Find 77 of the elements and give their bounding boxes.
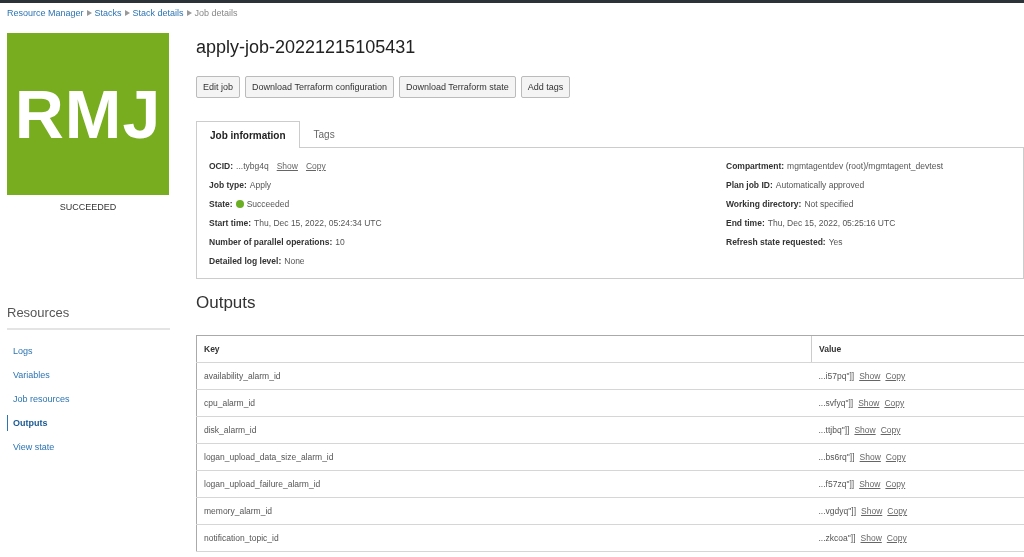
- table-cell: ...svfyq"]]: [818, 398, 854, 408]
- sidebar-title: Resources: [7, 305, 170, 330]
- tab[interactable]: Job information: [196, 121, 300, 148]
- column-header: Value: [811, 335, 1024, 363]
- text-link[interactable]: Show: [860, 533, 882, 543]
- text-link[interactable]: Show: [859, 371, 881, 381]
- field-label: Working directory:: [726, 199, 802, 209]
- field-label: Start time:: [209, 218, 252, 228]
- action-button[interactable]: Add tags: [520, 76, 571, 98]
- field-value: Thu, Dec 15, 2022, 05:24:34 UTC: [254, 218, 382, 228]
- text-link[interactable]: Show: [859, 452, 881, 462]
- sidebar-item[interactable]: Variables: [7, 367, 50, 383]
- field-label: Detailed log level:: [209, 256, 282, 266]
- field-value: mgmtagentdev (root)/mgmtagent_devtest: [787, 161, 943, 171]
- table-cell: notification_topic_id: [196, 524, 812, 552]
- text-link[interactable]: Copy: [884, 398, 905, 408]
- field-label: Job type:: [209, 180, 247, 190]
- field-label: Refresh state requested:: [726, 237, 826, 247]
- text-link[interactable]: Copy: [885, 452, 906, 462]
- text-link[interactable]: Copy: [885, 371, 906, 381]
- action-button[interactable]: Edit job: [196, 76, 241, 98]
- table-cell: ...i57pq"]]: [818, 371, 855, 381]
- field-value: Not specified: [804, 199, 854, 209]
- field-label: Compartment:: [726, 161, 785, 171]
- chevron-icon: [124, 10, 130, 16]
- field-value: None: [284, 256, 305, 266]
- job-logo: RMJ: [7, 33, 169, 195]
- text-link[interactable]: Copy: [885, 479, 906, 489]
- breadcrumb-link[interactable]: Stack details: [132, 8, 184, 18]
- table-cell: ...bs6rq"]]: [818, 452, 855, 462]
- text-link[interactable]: Copy: [880, 425, 901, 435]
- field-label: Plan job ID:: [726, 180, 773, 190]
- text-link[interactable]: Show: [859, 479, 881, 489]
- table-cell: memory_alarm_id: [196, 497, 812, 525]
- table-cell: cpu_alarm_id: [196, 389, 812, 417]
- field-label: End time:: [726, 218, 765, 228]
- sidebar-item[interactable]: Job resources: [7, 391, 70, 407]
- text-link[interactable]: Copy: [305, 161, 326, 171]
- sidebar-item[interactable]: View state: [7, 439, 55, 455]
- field-value: Automatically approved: [775, 180, 865, 190]
- table-cell: logan_upload_data_size_alarm_id: [196, 443, 812, 471]
- job-title: apply-job-20221215105431: [196, 37, 417, 58]
- field-value: Yes: [828, 237, 843, 247]
- text-link[interactable]: Show: [276, 161, 298, 171]
- column-header: Key: [196, 335, 812, 363]
- table-cell: ...f57zq"]]: [818, 479, 855, 489]
- text-link[interactable]: Copy: [887, 506, 908, 516]
- field-value: ...tybg4q: [236, 161, 269, 171]
- field-label: State:: [209, 199, 233, 209]
- action-button[interactable]: Download Terraform configuration: [245, 76, 394, 98]
- field-value: Apply: [249, 180, 272, 190]
- field-label: OCID:: [209, 161, 234, 171]
- text-link[interactable]: Copy: [886, 533, 907, 543]
- table-cell: ...vgdyq"]]: [818, 506, 856, 516]
- table-cell: ...ttjbq"]]: [818, 425, 850, 435]
- chevron-icon: [186, 10, 192, 16]
- job-status: SUCCEEDED: [58, 202, 118, 212]
- field-value: Succeeded: [246, 199, 290, 209]
- sidebar-item[interactable]: Outputs: [7, 415, 48, 431]
- table-cell: availability_alarm_id: [196, 362, 812, 390]
- breadcrumb-current: Job details: [194, 8, 238, 18]
- field-label: Number of parallel operations:: [209, 237, 333, 247]
- chevron-icon: [86, 10, 92, 16]
- text-link[interactable]: Show: [854, 425, 876, 435]
- sidebar-item[interactable]: Logs: [7, 343, 33, 359]
- tab[interactable]: Tags: [299, 121, 349, 147]
- breadcrumb-link[interactable]: Resource Manager: [7, 8, 84, 18]
- section-title: Outputs: [196, 293, 257, 313]
- breadcrumb-link[interactable]: Stacks: [94, 8, 122, 18]
- field-value: Thu, Dec 15, 2022, 05:25:16 UTC: [767, 218, 896, 228]
- field-value: 10: [335, 237, 345, 247]
- table-cell: disk_alarm_id: [196, 416, 812, 444]
- action-button[interactable]: Download Terraform state: [398, 76, 516, 98]
- table-cell: logan_upload_failure_alarm_id: [196, 470, 812, 498]
- table-cell: ...zkcoa"]]: [818, 533, 856, 543]
- text-link[interactable]: Show: [858, 398, 880, 408]
- text-link[interactable]: Show: [861, 506, 883, 516]
